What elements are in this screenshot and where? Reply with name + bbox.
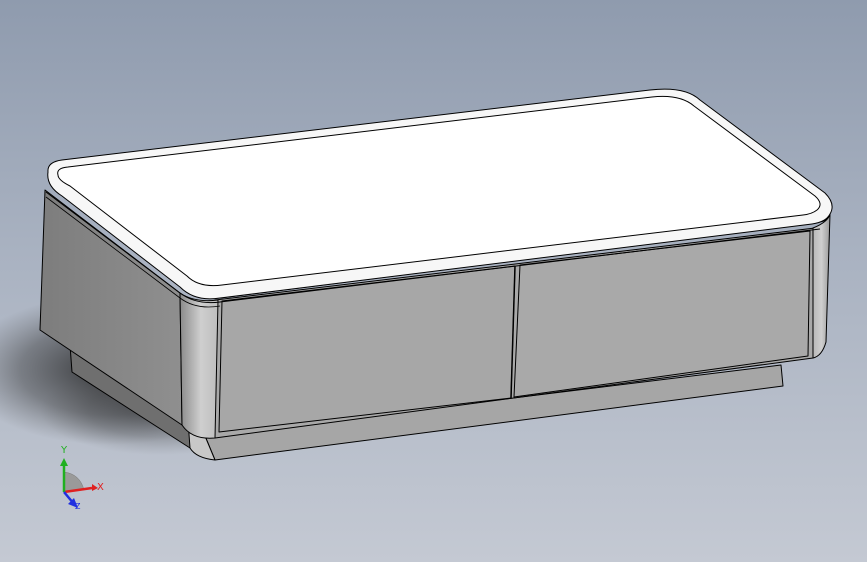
triad-x-label: X [97, 482, 104, 493]
front-left-rounded-corner [179, 292, 219, 439]
graphics-viewport[interactable]: X Y Z [0, 0, 867, 562]
model-view[interactable] [0, 0, 867, 562]
coffee-table[interactable] [39, 88, 833, 461]
triad-y-label: Y [61, 445, 68, 456]
triad-y-arrow-icon [60, 458, 68, 466]
front-right-rounded-corner [812, 213, 831, 359]
triad-z-label: Z [75, 502, 81, 511]
